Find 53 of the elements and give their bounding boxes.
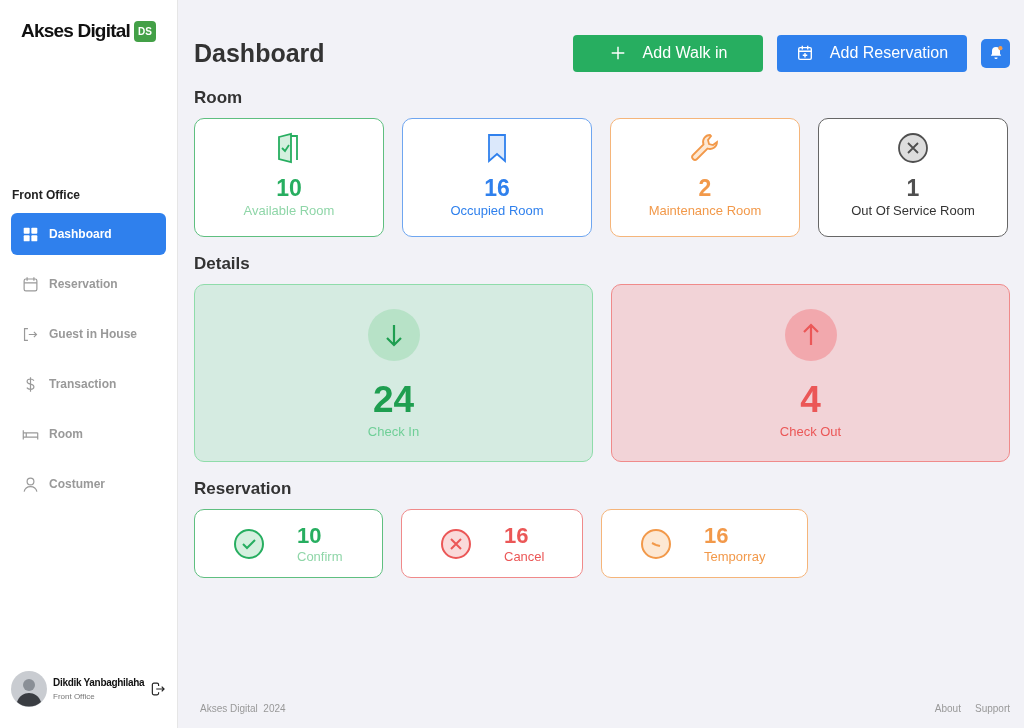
logout-icon[interactable] [150, 680, 166, 698]
check-circle-icon [233, 527, 265, 560]
section-title: Reservation [194, 479, 293, 499]
sidebar-item[interactable]: Transaction [11, 363, 166, 405]
room-count: 16 [484, 175, 510, 202]
calendar-plus-icon [795, 44, 814, 62]
room-label: Available Room [243, 203, 335, 218]
room-label: Out Of Service Room [851, 203, 975, 218]
room-count: 1 [906, 175, 920, 202]
section-heading: Front Office [12, 188, 81, 202]
enter-icon [22, 325, 39, 343]
user-icon [22, 475, 39, 493]
sidebar-item[interactable]: Reservation [11, 263, 166, 305]
room-label: Occupied Room [450, 203, 544, 218]
room-count: 2 [698, 175, 712, 202]
room-count: 10 [276, 175, 302, 202]
add-reservation-button[interactable]: Add Reservation [777, 34, 967, 72]
logo-badge: DS [133, 20, 156, 42]
section-title: Details [194, 254, 251, 274]
add-walk-in-button[interactable]: Add Walk in [573, 34, 763, 72]
clock-icon [640, 527, 672, 560]
room-label: Maintenance Room [648, 203, 762, 218]
reservation-label: Temporray [704, 549, 766, 564]
reservation-label: Cancel [504, 549, 545, 564]
user-name: Dikdik Yanbaghilaha [53, 677, 145, 688]
arrow-down-icon [367, 309, 420, 361]
details-count: 4 [800, 379, 821, 421]
details-count: 24 [372, 379, 415, 421]
logo-text: Akses Digital [21, 20, 130, 42]
section-title: Room [194, 88, 244, 108]
user-role: Front Office [53, 692, 96, 701]
notification-button[interactable] [981, 38, 1010, 68]
cross-circle-icon [897, 132, 929, 164]
sidebar-item[interactable]: Costumer [11, 463, 166, 505]
footer-link[interactable]: About [934, 703, 961, 714]
footer-link[interactable]: Support [974, 703, 1010, 714]
wrench-icon [689, 132, 721, 164]
details-label: Check In [367, 424, 420, 439]
reservation-count: 16 [704, 523, 730, 549]
cross-circle-icon [440, 527, 472, 560]
sidebar-item[interactable]: Room [11, 413, 166, 455]
reservation-count: 16 [504, 523, 530, 549]
sidebar-item[interactable]: Dashboard [11, 213, 166, 255]
details-label: Check Out [779, 424, 842, 439]
arrow-up-icon [784, 309, 837, 361]
page-title: Dashboard [194, 38, 325, 68]
copyright-text: Akses Digital 2024 [200, 703, 286, 714]
reservation-count: 10 [297, 523, 323, 549]
grid-icon [22, 225, 39, 243]
sidebar-item[interactable]: Guest in House [11, 313, 166, 355]
calendar-icon [22, 275, 39, 293]
reservation-label: Confirm [297, 549, 343, 564]
avatar [11, 671, 47, 707]
